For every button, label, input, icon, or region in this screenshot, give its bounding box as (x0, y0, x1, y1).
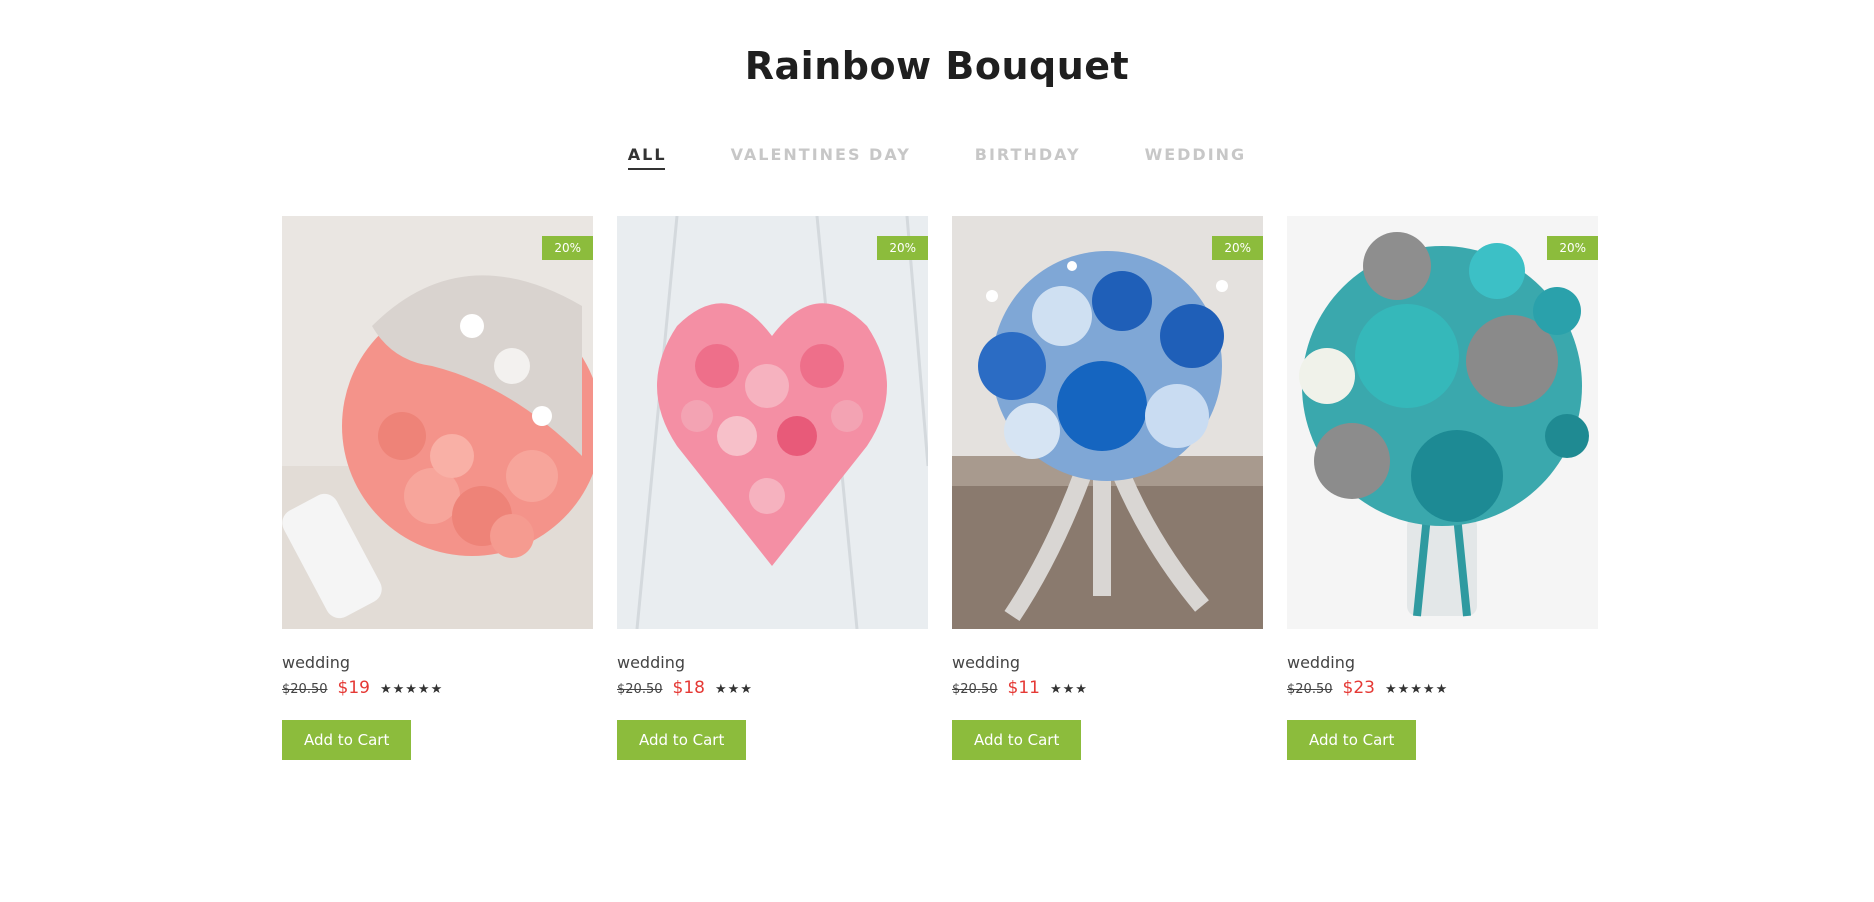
price-row: $20.50 $19 ★★★★★ (282, 678, 593, 698)
tab-all[interactable]: ALL (627, 145, 667, 170)
product-card: 20% wedding $20.50 $18 ★★★ Add to Cart (617, 216, 928, 760)
product-grid: 20% wedding $20.50 $19 ★★★★★ Add to Cart (282, 216, 1598, 760)
sale-price: $19 (337, 678, 370, 698)
product-image[interactable]: 20% (282, 216, 593, 629)
tab-valentines-day[interactable]: VALENTINES DAY (731, 145, 911, 170)
product-card: 20% wedding $20.50 $19 ★★★★★ Add to Cart (282, 216, 593, 760)
product-category[interactable]: wedding (282, 653, 593, 672)
old-price: $20.50 (952, 682, 998, 697)
discount-badge: 20% (542, 236, 593, 260)
discount-badge: 20% (1547, 236, 1598, 260)
star-rating-icon: ★★★★★ (1384, 682, 1449, 697)
tab-birthday[interactable]: BIRTHDAY (975, 145, 1081, 170)
star-rating-icon: ★★★ (1049, 682, 1088, 697)
old-price: $20.50 (617, 682, 663, 697)
heart-rose-bouquet-image (617, 216, 928, 629)
star-rating-icon: ★★★★★ (379, 682, 444, 697)
sale-price: $11 (1007, 678, 1040, 698)
discount-badge: 20% (1212, 236, 1263, 260)
add-to-cart-button[interactable]: Add to Cart (282, 720, 412, 760)
pink-rose-bouquet-image (282, 216, 593, 629)
price-row: $20.50 $11 ★★★ (952, 678, 1263, 698)
discount-badge: 20% (877, 236, 928, 260)
section-title: Rainbow Bouquet (744, 44, 1130, 88)
product-image[interactable]: 20% (952, 216, 1263, 629)
product-image[interactable]: 20% (617, 216, 928, 629)
price-row: $20.50 $23 ★★★★★ (1287, 678, 1598, 698)
sale-price: $23 (1342, 678, 1375, 698)
blue-rose-bouquet-image (952, 216, 1263, 629)
tab-wedding[interactable]: WEDDING (1145, 145, 1247, 170)
product-category[interactable]: wedding (952, 653, 1263, 672)
add-to-cart-button[interactable]: Add to Cart (952, 720, 1082, 760)
product-image[interactable]: 20% (1287, 216, 1598, 629)
product-category[interactable]: wedding (617, 653, 928, 672)
product-card: 20% wedding $20.50 $23 ★★★★★ Add to Cart (1287, 216, 1598, 760)
teal-rose-bouquet-image (1287, 216, 1598, 629)
price-row: $20.50 $18 ★★★ (617, 678, 928, 698)
sale-price: $18 (672, 678, 705, 698)
old-price: $20.50 (1287, 682, 1333, 697)
add-to-cart-button[interactable]: Add to Cart (1287, 720, 1417, 760)
product-category[interactable]: wedding (1287, 653, 1598, 672)
add-to-cart-button[interactable]: Add to Cart (617, 720, 747, 760)
filter-tabs: ALL VALENTINES DAY BIRTHDAY WEDDING (0, 145, 1874, 170)
product-card: 20% wedding $20.50 $11 ★★★ Add to Cart (952, 216, 1263, 760)
star-rating-icon: ★★★ (714, 682, 753, 697)
old-price: $20.50 (282, 682, 328, 697)
